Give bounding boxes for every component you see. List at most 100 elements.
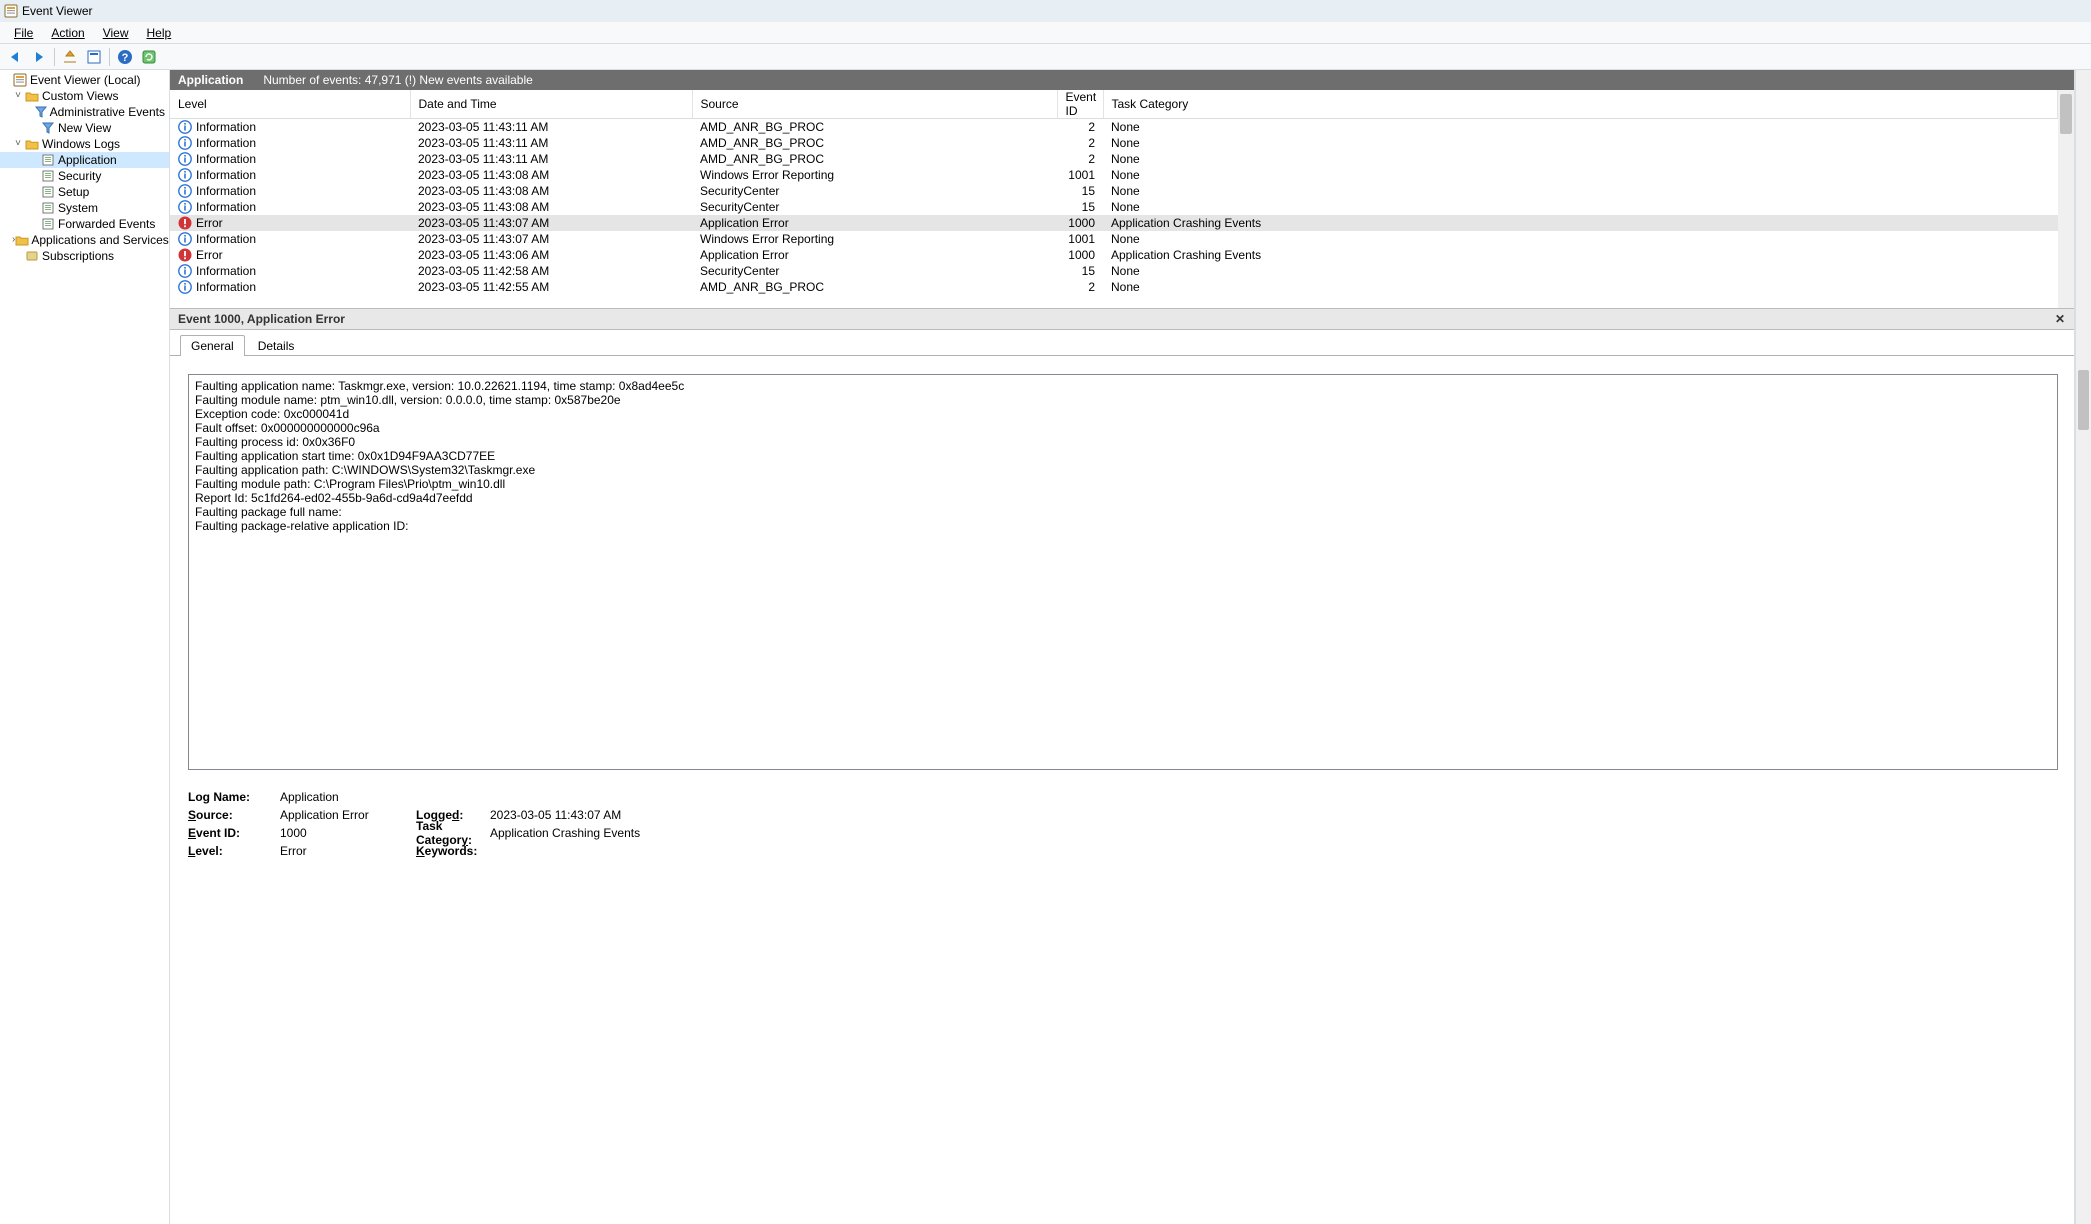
event-id-cell: 2 <box>1057 151 1103 167</box>
table-row[interactable]: Information2023-03-05 11:43:11 AMAMD_ANR… <box>170 119 2058 135</box>
menu-help[interactable]: Help <box>139 24 180 42</box>
date-cell: 2023-03-05 11:43:08 AM <box>410 199 692 215</box>
table-row[interactable]: Information2023-03-05 11:43:08 AMSecurit… <box>170 183 2058 199</box>
table-row[interactable]: Information2023-03-05 11:42:58 AMSecurit… <box>170 263 2058 279</box>
window-title: Event Viewer <box>22 4 92 18</box>
detail-title: Event 1000, Application Error <box>178 312 345 326</box>
tree-subscriptions[interactable]: Subscriptions <box>0 248 169 264</box>
log-icon <box>40 201 56 215</box>
tree-label: Subscriptions <box>42 248 114 264</box>
table-row[interactable]: Information2023-03-05 11:43:08 AMSecurit… <box>170 199 2058 215</box>
filter-icon <box>40 121 56 135</box>
info-icon <box>178 120 192 134</box>
task-cell: None <box>1103 151 2058 167</box>
event-id-label: Event ID: <box>188 826 280 840</box>
tree-windows-logs[interactable]: ˅ Windows Logs <box>0 136 169 152</box>
center-header-title: Application <box>178 73 243 87</box>
detail-text[interactable]: Faulting application name: Taskmgr.exe, … <box>188 374 2058 770</box>
menu-file[interactable]: File <box>6 24 41 42</box>
log-icon <box>40 217 56 231</box>
menu-view[interactable]: View <box>95 24 137 42</box>
table-row[interactable]: Information2023-03-05 11:43:11 AMAMD_ANR… <box>170 151 2058 167</box>
source-cell: AMD_ANR_BG_PROC <box>692 135 1057 151</box>
info-icon <box>178 184 192 198</box>
log-icon <box>40 153 56 167</box>
event-id-value: 1000 <box>280 826 416 840</box>
col-source[interactable]: Source <box>692 90 1057 119</box>
level-label: Level: <box>188 844 280 858</box>
source-cell: SecurityCenter <box>692 263 1057 279</box>
right-scrollbar[interactable] <box>2075 70 2091 1224</box>
table-row[interactable]: Information2023-03-05 11:43:11 AMAMD_ANR… <box>170 135 2058 151</box>
properties-button[interactable] <box>83 46 105 68</box>
error-icon <box>178 216 192 230</box>
date-cell: 2023-03-05 11:43:08 AM <box>410 167 692 183</box>
level-text: Information <box>196 232 256 246</box>
col-date[interactable]: Date and Time <box>410 90 692 119</box>
col-task[interactable]: Task Category <box>1103 90 2058 119</box>
table-row[interactable]: Information2023-03-05 11:42:55 AMAMD_ANR… <box>170 279 2058 295</box>
source-label: Source: <box>188 808 280 822</box>
toolbar <box>0 44 2091 70</box>
table-row[interactable]: Information2023-03-05 11:43:08 AMWindows… <box>170 167 2058 183</box>
info-icon <box>178 136 192 150</box>
subscriptions-icon <box>24 249 40 263</box>
event-id-cell: 15 <box>1057 263 1103 279</box>
tree-label: Custom Views <box>42 88 118 104</box>
tree-custom-views[interactable]: ˅ Custom Views <box>0 88 169 104</box>
tree-forwarded[interactable]: Forwarded Events <box>0 216 169 232</box>
tree-label: Applications and Services Logs <box>31 232 170 248</box>
keywords-label: Keywords: <box>416 844 490 858</box>
scrollbar-thumb[interactable] <box>2078 370 2089 430</box>
center-panel: Application Number of events: 47,971 (!)… <box>170 70 2075 1224</box>
menubar: File Action View Help <box>0 22 2091 44</box>
level-value: Error <box>280 844 416 858</box>
folder-icon <box>24 137 40 151</box>
table-row[interactable]: Information2023-03-05 11:43:07 AMWindows… <box>170 231 2058 247</box>
close-icon[interactable]: ✕ <box>2052 311 2068 327</box>
tree-system[interactable]: System <box>0 200 169 216</box>
date-cell: 2023-03-05 11:43:08 AM <box>410 183 692 199</box>
tab-details[interactable]: Details <box>247 335 306 356</box>
tree-application[interactable]: Application <box>0 152 169 168</box>
tree-app-services[interactable]: › Applications and Services Logs <box>0 232 169 248</box>
collapse-icon[interactable]: ˅ <box>12 136 24 152</box>
tree-new-view[interactable]: New View <box>0 120 169 136</box>
refresh-button[interactable] <box>138 46 160 68</box>
tree-root[interactable]: Event Viewer (Local) <box>0 72 169 88</box>
col-event-id[interactable]: Event ID <box>1057 90 1103 119</box>
task-cell: None <box>1103 231 2058 247</box>
source-cell: Application Error <box>692 215 1057 231</box>
help-button[interactable] <box>114 46 136 68</box>
date-cell: 2023-03-05 11:43:06 AM <box>410 247 692 263</box>
tree-label: Setup <box>58 184 89 200</box>
info-icon <box>178 264 192 278</box>
info-icon <box>178 280 192 294</box>
detail-body: Faulting application name: Taskmgr.exe, … <box>170 356 2074 1224</box>
grid-scrollbar[interactable] <box>2058 90 2074 308</box>
tree-security[interactable]: Security <box>0 168 169 184</box>
event-id-cell: 1000 <box>1057 215 1103 231</box>
back-button[interactable] <box>4 46 26 68</box>
task-category-label: Task Category: <box>416 819 490 847</box>
date-cell: 2023-03-05 11:42:55 AM <box>410 279 692 295</box>
info-icon <box>178 168 192 182</box>
up-button[interactable] <box>59 46 81 68</box>
task-cell: None <box>1103 279 2058 295</box>
tree-admin-events[interactable]: Administrative Events <box>0 104 169 120</box>
table-row[interactable]: Error2023-03-05 11:43:06 AMApplication E… <box>170 247 2058 263</box>
forward-button[interactable] <box>28 46 50 68</box>
level-text: Information <box>196 264 256 278</box>
tab-general[interactable]: General <box>180 335 245 356</box>
level-text: Information <box>196 200 256 214</box>
table-row[interactable]: Error2023-03-05 11:43:07 AMApplication E… <box>170 215 2058 231</box>
log-icon <box>40 185 56 199</box>
scrollbar-thumb[interactable] <box>2060 94 2072 134</box>
center-header: Application Number of events: 47,971 (!)… <box>170 70 2074 90</box>
menu-action[interactable]: Action <box>43 24 92 42</box>
col-level[interactable]: Level <box>170 90 410 119</box>
collapse-icon[interactable]: ˅ <box>12 88 24 104</box>
date-cell: 2023-03-05 11:43:11 AM <box>410 151 692 167</box>
tree-setup[interactable]: Setup <box>0 184 169 200</box>
tree-label: Event Viewer (Local) <box>30 72 141 88</box>
